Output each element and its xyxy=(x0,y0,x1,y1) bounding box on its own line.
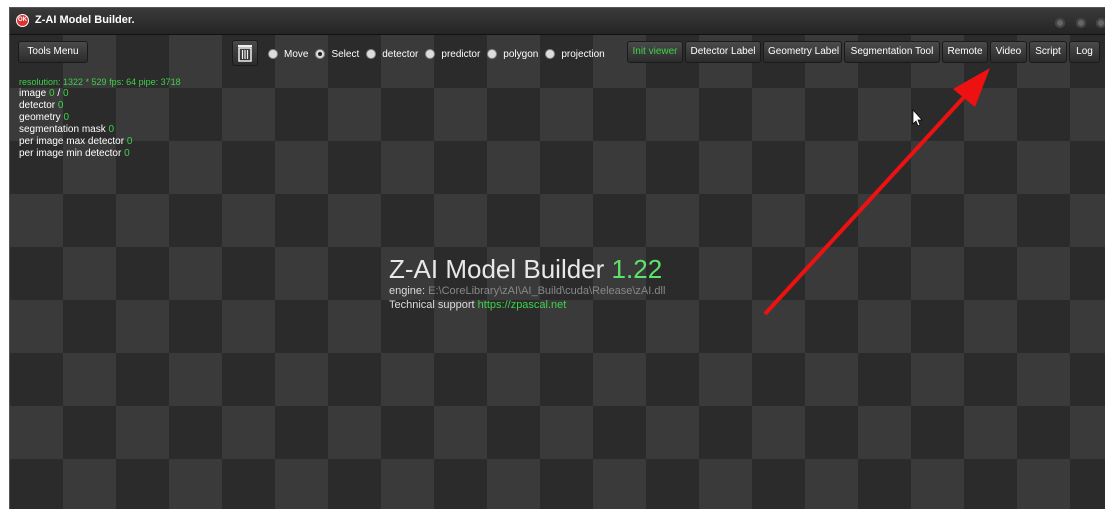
radio-icon xyxy=(425,49,436,59)
mode-detector-radio[interactable]: detector xyxy=(366,49,418,60)
status-readout: resolution: 1322 * 529 fps: 64 pipe: 371… xyxy=(19,77,181,87)
mode-move-radio[interactable]: Move xyxy=(268,49,308,60)
script-button[interactable]: Script xyxy=(1029,41,1067,63)
engine-row: engine: E:\CoreLibrary\zAI\AI_Build\cuda… xyxy=(389,284,665,298)
image-total-value: 0 xyxy=(62,88,69,99)
segmentation-tool-button[interactable]: Segmentation Tool xyxy=(844,41,940,63)
image-count-row: image 0 / 0 xyxy=(19,88,181,100)
mode-predictor-radio[interactable]: predictor xyxy=(425,49,480,60)
tools-menu-button[interactable]: Tools Menu xyxy=(18,41,88,63)
radio-checked-icon xyxy=(315,49,326,59)
segmentation-value: 0 xyxy=(108,124,115,135)
geometry-label: geometry xyxy=(19,112,61,123)
image-separator: / xyxy=(57,88,61,99)
geometry-label-button[interactable]: Geometry Label xyxy=(763,41,842,63)
mode-select-radio[interactable]: Select xyxy=(315,49,359,60)
geometry-count-row: geometry 0 xyxy=(19,112,181,124)
splash-info: Z-AI Model Builder 1.22 engine: E:\CoreL… xyxy=(389,254,665,312)
segmentation-count-row: segmentation mask 0 xyxy=(19,124,181,136)
window-controls xyxy=(1049,15,1105,33)
engine-path: E:\CoreLibrary\zAI\AI_Build\cuda\Release… xyxy=(428,285,666,297)
init-viewer-button[interactable]: Init viewer xyxy=(627,41,683,63)
window-title: Z-AI Model Builder. xyxy=(35,14,135,26)
detector-value: 0 xyxy=(57,100,64,111)
app-name: Z-AI Model Builder xyxy=(389,254,605,284)
min-detector-label: per image min detector xyxy=(19,148,122,159)
radio-icon xyxy=(545,49,556,59)
radio-icon xyxy=(268,49,278,59)
stats-panel: resolution: 1322 * 529 fps: 64 pipe: 371… xyxy=(19,76,181,160)
support-link[interactable]: https://zpascal.net xyxy=(478,299,567,311)
radio-icon xyxy=(366,49,377,59)
max-detector-label: per image max detector xyxy=(19,136,125,147)
mode-label: projection xyxy=(561,48,605,60)
mode-projection-radio[interactable]: projection xyxy=(545,48,605,60)
engine-label: engine: xyxy=(389,285,426,297)
max-detector-value: 0 xyxy=(126,136,133,147)
image-current-value: 0 xyxy=(49,88,55,99)
radio-icon xyxy=(487,49,498,59)
mode-label: detector xyxy=(382,48,419,60)
support-label: Technical support xyxy=(389,299,475,311)
maximize-button[interactable] xyxy=(1075,18,1086,28)
support-row: Technical support https://zpascal.net xyxy=(389,298,665,312)
mode-label: polygon xyxy=(503,48,539,60)
detector-label-button[interactable]: Detector Label xyxy=(685,41,761,63)
remote-button[interactable]: Remote xyxy=(942,41,988,63)
mode-radio-group: Move Select detector predictor polygon p… xyxy=(268,46,612,62)
splash-title: Z-AI Model Builder 1.22 xyxy=(389,254,665,284)
app-version: 1.22 xyxy=(611,254,663,284)
close-button[interactable] xyxy=(1096,18,1105,28)
mode-label: predictor xyxy=(441,48,481,60)
log-button[interactable]: Log xyxy=(1069,41,1100,63)
min-detector-value: 0 xyxy=(124,148,130,159)
mode-label: Select xyxy=(331,48,360,60)
detector-count-row: detector 0 xyxy=(19,100,181,112)
video-button[interactable]: Video xyxy=(990,41,1027,63)
detector-label: detector xyxy=(19,100,56,111)
image-label: image xyxy=(19,88,47,99)
mode-label: Move xyxy=(284,48,309,60)
title-bar[interactable]: OK Z-AI Model Builder. xyxy=(10,8,1105,35)
geometry-value: 0 xyxy=(63,112,70,123)
segmentation-label: segmentation mask xyxy=(19,124,106,135)
app-logo-icon: OK xyxy=(16,14,29,27)
max-detector-row: per image max detector 0 xyxy=(19,136,181,148)
mode-polygon-radio[interactable]: polygon xyxy=(487,49,538,60)
minimize-button[interactable] xyxy=(1055,18,1066,28)
min-detector-row: per image min detector 0 xyxy=(19,148,181,160)
trash-icon[interactable] xyxy=(232,40,258,66)
